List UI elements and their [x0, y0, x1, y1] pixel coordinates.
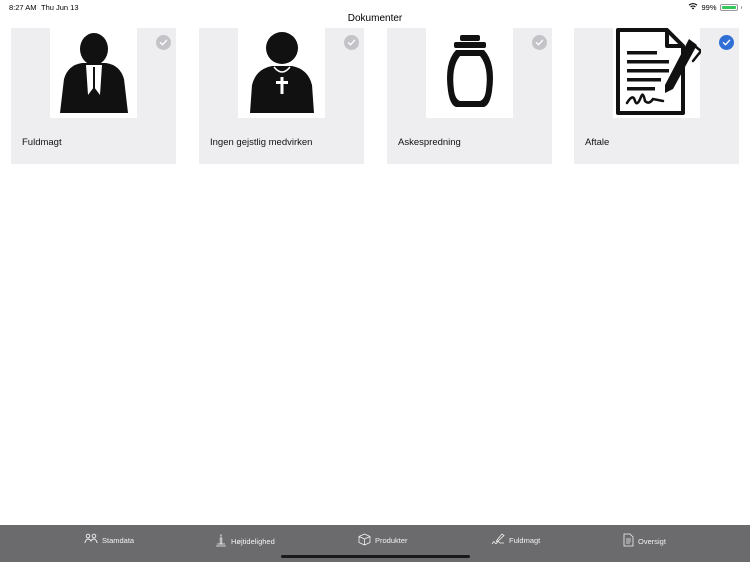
box-icon — [358, 533, 371, 548]
check-badge-selected[interactable] — [719, 35, 734, 50]
check-badge[interactable] — [532, 35, 547, 50]
card-image — [426, 28, 513, 118]
checkmark-icon — [159, 39, 168, 46]
tab-produkter[interactable]: Produkter — [358, 533, 408, 548]
tab-stamdata[interactable]: Stamdata — [84, 533, 134, 547]
check-badge[interactable] — [344, 35, 359, 50]
battery-icon — [719, 3, 738, 11]
document-sign-icon — [613, 27, 703, 120]
checkmark-icon — [535, 39, 544, 46]
tab-label: Stamdata — [102, 535, 135, 545]
page-title: Dokumenter — [347, 13, 403, 24]
clergy-cross-icon — [244, 29, 320, 118]
battery-percent: 99% — [701, 2, 717, 12]
card-label: Ingen gejstlig medvirken — [210, 137, 313, 148]
tab-oversigt[interactable]: Oversigt — [623, 533, 666, 549]
status-bar: 8:27 AM Thu Jun 13 99% — [0, 0, 750, 14]
candle-icon — [215, 533, 227, 549]
home-indicator[interactable] — [281, 555, 470, 558]
checkmark-icon — [347, 39, 356, 46]
people-icon — [84, 533, 98, 547]
tab-label: Produkter — [375, 536, 408, 545]
status-right: 99% — [688, 2, 742, 12]
document-card-fuldmagt[interactable]: Fuldmagt — [11, 28, 176, 164]
tab-label: Oversigt — [638, 536, 666, 546]
card-label: Askespredning — [398, 137, 461, 148]
urn-icon — [440, 33, 500, 114]
document-card-askespredning[interactable]: Askespredning — [387, 28, 552, 164]
status-date: Thu Jun 13 — [41, 3, 79, 12]
status-time: 8:27 AM — [9, 3, 37, 12]
check-badge[interactable] — [156, 35, 171, 50]
checkmark-icon — [722, 39, 731, 46]
tab-label: Fuldmagt — [509, 536, 541, 545]
card-image — [613, 27, 703, 120]
wifi-icon — [688, 2, 698, 12]
tab-bar: Stamdata Højtidelighed Produkter Fuldmag… — [0, 525, 750, 562]
priest-icon — [56, 29, 132, 118]
tab-label: Højtidelighed — [231, 536, 275, 546]
tab-hojtidelighed[interactable]: Højtidelighed — [215, 533, 275, 549]
document-icon — [623, 533, 634, 549]
card-label: Fuldmagt — [22, 137, 62, 148]
card-image — [50, 28, 137, 118]
card-label: Aftale — [585, 137, 610, 148]
signature-icon — [491, 533, 505, 548]
card-image — [238, 28, 325, 118]
document-card-aftale[interactable]: Aftale — [574, 27, 739, 164]
tab-fuldmagt[interactable]: Fuldmagt — [491, 533, 540, 548]
document-card-ingen-gejstlig[interactable]: Ingen gejstlig medvirken — [199, 28, 364, 164]
